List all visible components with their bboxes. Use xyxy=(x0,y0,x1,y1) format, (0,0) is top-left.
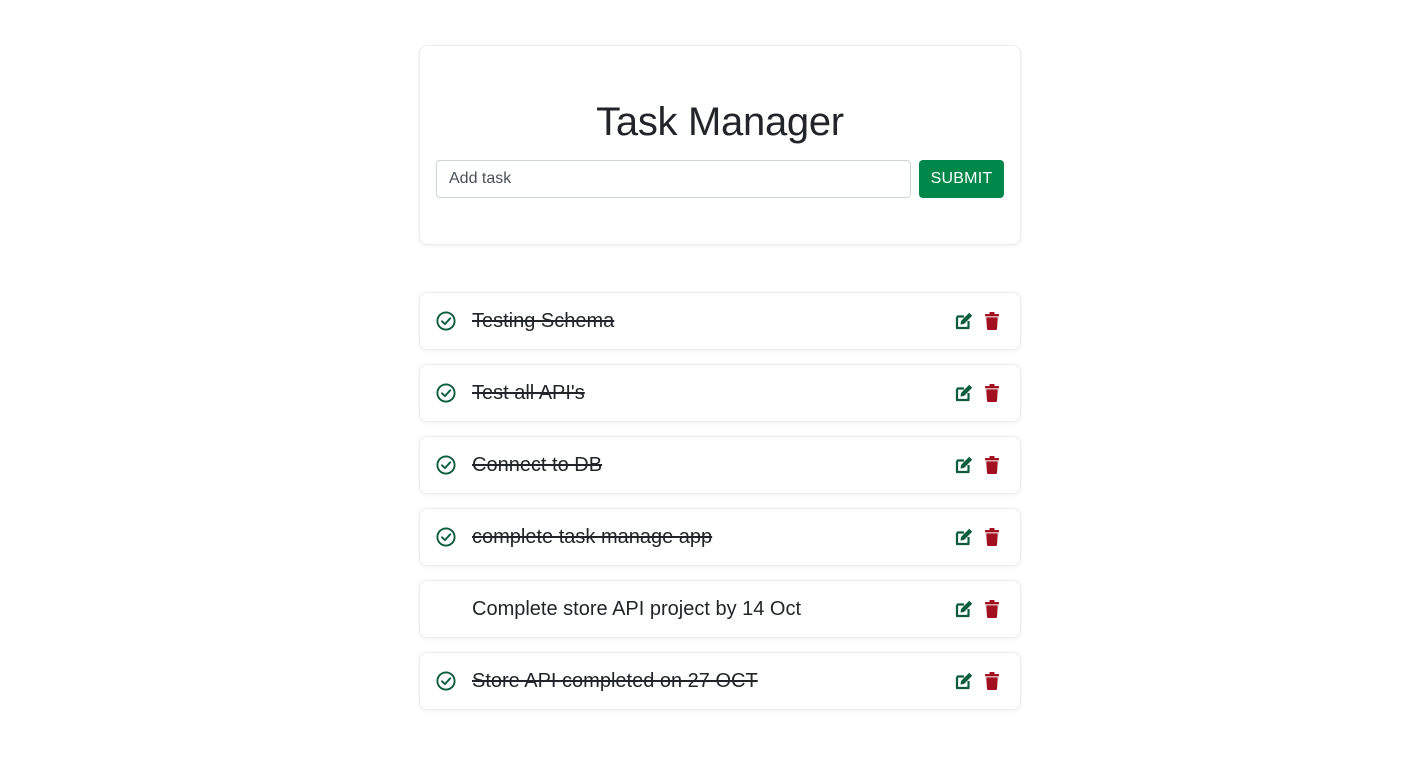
app-container: Task Manager SUBMIT Testing Schema xyxy=(419,45,1021,724)
check-circle-icon[interactable] xyxy=(436,455,456,475)
task-actions xyxy=(954,527,1002,547)
edit-icon[interactable] xyxy=(954,311,974,331)
completion-slot[interactable] xyxy=(436,599,456,619)
check-circle-icon[interactable] xyxy=(436,671,456,691)
check-circle-icon[interactable] xyxy=(436,527,456,547)
task-actions xyxy=(954,455,1002,475)
task-item: Testing Schema xyxy=(419,292,1021,350)
completion-slot[interactable] xyxy=(436,671,456,691)
trash-icon[interactable] xyxy=(982,671,1002,691)
check-circle-icon[interactable] xyxy=(436,311,456,331)
trash-icon[interactable] xyxy=(982,311,1002,331)
task-text: Test all API's xyxy=(472,382,585,404)
edit-icon[interactable] xyxy=(954,671,974,691)
task-actions xyxy=(954,383,1002,403)
task-actions xyxy=(954,599,1002,619)
edit-icon[interactable] xyxy=(954,527,974,547)
task-list: Testing Schema Test all API's Connect to… xyxy=(419,292,1021,710)
trash-icon[interactable] xyxy=(982,599,1002,619)
completion-slot[interactable] xyxy=(436,527,456,547)
trash-icon[interactable] xyxy=(982,527,1002,547)
add-task-input[interactable] xyxy=(436,160,911,198)
task-text: Store API completed on 27 OCT xyxy=(472,670,758,692)
task-item: Test all API's xyxy=(419,364,1021,422)
page-title: Task Manager xyxy=(596,100,844,144)
completion-slot[interactable] xyxy=(436,455,456,475)
add-task-form: SUBMIT xyxy=(436,160,1004,198)
header-card: Task Manager SUBMIT xyxy=(419,45,1021,245)
completion-slot[interactable] xyxy=(436,311,456,331)
task-text: complete task manage app xyxy=(472,526,713,548)
task-item: Connect to DB xyxy=(419,436,1021,494)
trash-icon[interactable] xyxy=(982,383,1002,403)
task-item: Store API completed on 27 OCT xyxy=(419,652,1021,710)
edit-icon[interactable] xyxy=(954,599,974,619)
task-text: Testing Schema xyxy=(472,310,615,332)
completion-slot[interactable] xyxy=(436,383,456,403)
check-circle-icon[interactable] xyxy=(436,383,456,403)
edit-icon[interactable] xyxy=(954,455,974,475)
task-actions xyxy=(954,671,1002,691)
task-item: Complete store API project by 14 Oct xyxy=(419,580,1021,638)
submit-button[interactable]: SUBMIT xyxy=(919,160,1004,198)
edit-icon[interactable] xyxy=(954,383,974,403)
task-text: Connect to DB xyxy=(472,454,603,476)
trash-icon[interactable] xyxy=(982,455,1002,475)
task-item: complete task manage app xyxy=(419,508,1021,566)
task-actions xyxy=(954,311,1002,331)
task-text: Complete store API project by 14 Oct xyxy=(472,598,802,620)
